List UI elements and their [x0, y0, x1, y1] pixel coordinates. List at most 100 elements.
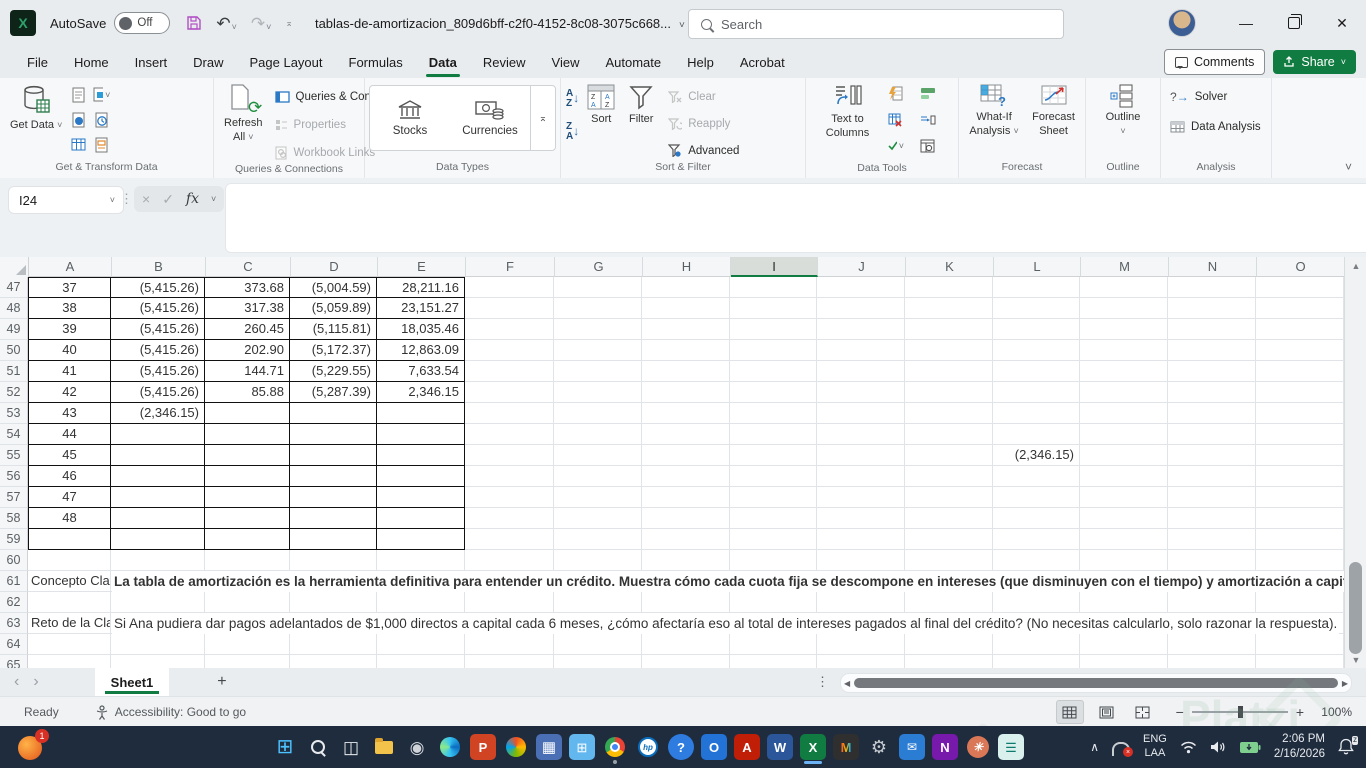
remove-duplicates-icon[interactable]	[887, 112, 904, 127]
column-header-J[interactable]: J	[818, 257, 906, 277]
language-indicator[interactable]: ENG LAA	[1143, 733, 1167, 761]
cell-J65[interactable]	[817, 655, 905, 668]
cell-D60[interactable]	[290, 550, 377, 571]
cell-D57[interactable]	[290, 487, 377, 508]
cell-L65[interactable]	[993, 655, 1080, 668]
cell-B60[interactable]	[111, 550, 205, 571]
cell-D58[interactable]	[290, 508, 377, 529]
cell-K55[interactable]	[905, 445, 993, 466]
column-header-M[interactable]: M	[1081, 257, 1169, 277]
minimize-button[interactable]: —	[1222, 0, 1270, 46]
settings-icon[interactable]: ⚙	[866, 734, 892, 760]
cell-J52[interactable]	[817, 382, 905, 403]
cell-B52[interactable]: (5,415.26)	[111, 382, 205, 403]
cell-M56[interactable]	[1080, 466, 1168, 487]
cell-G51[interactable]	[554, 361, 642, 382]
cell-D64[interactable]	[290, 634, 377, 655]
cell-G52[interactable]	[554, 382, 642, 403]
column-header-H[interactable]: H	[643, 257, 731, 277]
cell-C65[interactable]	[205, 655, 290, 668]
cell-E55[interactable]	[377, 445, 465, 466]
cell-J57[interactable]	[817, 487, 905, 508]
cell-F47[interactable]	[465, 277, 554, 298]
cell-E57[interactable]	[377, 487, 465, 508]
cell-J54[interactable]	[817, 424, 905, 445]
sheet-tab-sheet1[interactable]: Sheet1	[94, 668, 170, 696]
cell-B54[interactable]	[111, 424, 205, 445]
cell-F58[interactable]	[465, 508, 554, 529]
cell-D55[interactable]	[290, 445, 377, 466]
insert-function-icon[interactable]: fx	[186, 191, 199, 207]
cell-I62[interactable]	[730, 592, 817, 613]
tab-help[interactable]: Help	[674, 46, 727, 78]
cell-M55[interactable]	[1080, 445, 1168, 466]
cell-O49[interactable]	[1256, 319, 1344, 340]
cell-B58[interactable]	[111, 508, 205, 529]
recent-sources-icon[interactable]	[93, 112, 110, 127]
cell-L60[interactable]	[993, 550, 1080, 571]
restore-button[interactable]	[1270, 0, 1318, 46]
cell-L50[interactable]	[993, 340, 1080, 361]
cell-K50[interactable]	[905, 340, 993, 361]
cell-I65[interactable]	[730, 655, 817, 668]
cell-G54[interactable]	[554, 424, 642, 445]
cell-O50[interactable]	[1256, 340, 1344, 361]
cell-B65[interactable]	[111, 655, 205, 668]
cell-L64[interactable]	[993, 634, 1080, 655]
cell-I54[interactable]	[730, 424, 817, 445]
row-header-53[interactable]: 53	[0, 403, 28, 424]
row-header-56[interactable]: 56	[0, 466, 28, 487]
cell-N62[interactable]	[1168, 592, 1256, 613]
sort-button[interactable]: ZA AZ Sort	[582, 81, 620, 130]
cell-I56[interactable]	[730, 466, 817, 487]
row-header-61[interactable]: 61	[0, 571, 28, 592]
cell-J58[interactable]	[817, 508, 905, 529]
row-header-60[interactable]: 60	[0, 550, 28, 571]
data-validation-icon[interactable]: ˅	[887, 138, 904, 153]
cell-D56[interactable]	[290, 466, 377, 487]
cell-F56[interactable]	[465, 466, 554, 487]
cell-N65[interactable]	[1168, 655, 1256, 668]
row-header-48[interactable]: 48	[0, 298, 28, 319]
cell-K65[interactable]	[905, 655, 993, 668]
row-header-50[interactable]: 50	[0, 340, 28, 361]
cell-H47[interactable]	[642, 277, 730, 298]
column-header-G[interactable]: G	[555, 257, 643, 277]
autosave-toggle[interactable]: Off	[114, 12, 171, 34]
cell-K51[interactable]	[905, 361, 993, 382]
cell-M47[interactable]	[1080, 277, 1168, 298]
cell-L51[interactable]	[993, 361, 1080, 382]
cell-O48[interactable]	[1256, 298, 1344, 319]
cell-M53[interactable]	[1080, 403, 1168, 424]
cell-M49[interactable]	[1080, 319, 1168, 340]
cell-L56[interactable]	[993, 466, 1080, 487]
cell-J50[interactable]	[817, 340, 905, 361]
cell-K59[interactable]	[905, 529, 993, 550]
manage-data-model-icon[interactable]	[919, 138, 936, 153]
cell-N48[interactable]	[1168, 298, 1256, 319]
cell-A52[interactable]: 42	[28, 382, 111, 403]
column-header-D[interactable]: D	[291, 257, 378, 277]
help-icon[interactable]: ?	[668, 734, 694, 760]
cell-M54[interactable]	[1080, 424, 1168, 445]
scroll-left-icon[interactable]: ◀	[841, 679, 853, 688]
share-button[interactable]: Share ˅	[1273, 50, 1356, 74]
cancel-entry-icon[interactable]: ×	[142, 191, 150, 207]
cell-M64[interactable]	[1080, 634, 1168, 655]
cell-L62[interactable]	[993, 592, 1080, 613]
calculator-icon[interactable]: ▦	[536, 734, 562, 760]
cell-C60[interactable]	[205, 550, 290, 571]
cell-K54[interactable]	[905, 424, 993, 445]
cell-I60[interactable]	[730, 550, 817, 571]
sort-ascending-button[interactable]: A Z ↓	[566, 89, 579, 109]
row-header-51[interactable]: 51	[0, 361, 28, 382]
cell-F54[interactable]	[465, 424, 554, 445]
cell-F55[interactable]	[465, 445, 554, 466]
clock[interactable]: 2:06 PM 2/16/2026	[1274, 732, 1325, 762]
cell-F51[interactable]	[465, 361, 554, 382]
sheetbar-dots-icon[interactable]: ⋮	[816, 674, 829, 690]
cell-E64[interactable]	[377, 634, 465, 655]
cell-J47[interactable]	[817, 277, 905, 298]
cell-M57[interactable]	[1080, 487, 1168, 508]
cell-K62[interactable]	[905, 592, 993, 613]
